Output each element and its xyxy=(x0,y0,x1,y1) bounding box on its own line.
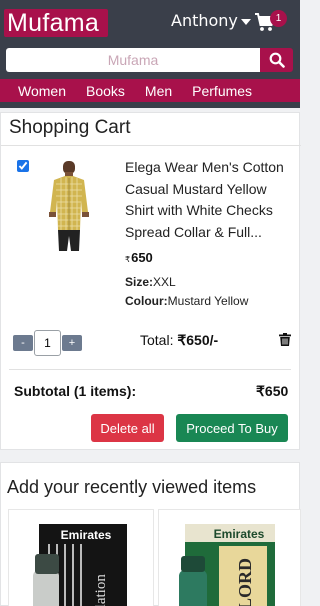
perfume-product-image: Emirates LORD xyxy=(179,524,275,606)
category-link-men[interactable]: Men xyxy=(145,83,172,99)
cart-button[interactable]: 1 xyxy=(254,10,287,36)
top-header: Mufama Anthony 1 Women Books Men Perfume… xyxy=(0,0,300,108)
item-select-checkbox[interactable] xyxy=(17,160,29,172)
divider xyxy=(1,145,301,146)
recent-item-side-text: relation xyxy=(93,574,109,606)
recent-item-card[interactable]: Emirates relation xyxy=(8,509,154,606)
subtotal-label: Subtotal (1 items): xyxy=(14,383,137,399)
search-icon xyxy=(269,52,285,68)
category-link-women[interactable]: Women xyxy=(18,83,66,99)
section-title: Add your recently viewed items xyxy=(7,477,257,497)
size-label: Size: xyxy=(125,275,154,289)
cart-count-badge: 1 xyxy=(270,10,287,27)
proceed-to-buy-button[interactable]: Proceed To Buy xyxy=(176,414,288,442)
quantity-input[interactable] xyxy=(34,330,61,356)
colour-label: Colour: xyxy=(125,294,168,308)
logo[interactable]: Mufama xyxy=(4,9,108,37)
recent-item-brand: Emirates xyxy=(214,527,265,541)
divider xyxy=(9,369,291,370)
user-menu[interactable]: Anthony xyxy=(171,11,251,30)
quantity-decrease-button[interactable]: - xyxy=(13,335,33,351)
recently-viewed-section: Add your recently viewed items Emirates … xyxy=(0,462,301,606)
size-value: XXL xyxy=(153,275,176,289)
category-nav: Women Books Men Perfumes xyxy=(0,79,300,102)
search-button[interactable] xyxy=(260,48,293,72)
delete-all-button[interactable]: Delete all xyxy=(91,414,164,442)
item-total: Total: ₹650/- xyxy=(140,332,218,349)
search-input[interactable] xyxy=(6,48,260,72)
item-total-value: ₹650/- xyxy=(177,332,219,348)
quantity-stepper: - + xyxy=(13,330,82,356)
product-image[interactable] xyxy=(46,160,92,252)
currency-symbol: ₹ xyxy=(125,255,131,264)
price-value: 650 xyxy=(131,250,153,265)
category-link-books[interactable]: Books xyxy=(86,83,125,99)
recent-item-brand: Emirates xyxy=(61,528,112,542)
page-title: Shopping Cart xyxy=(9,117,131,138)
product-name[interactable]: Elega Wear Men's Cotton Casual Mustard Y… xyxy=(125,157,295,243)
caret-down-icon xyxy=(240,18,251,25)
product-colour: Colour:Mustard Yellow xyxy=(125,294,248,308)
cart-panel: Shopping Cart Elega Wear Men's Cotton Ca… xyxy=(0,112,301,450)
trash-icon[interactable] xyxy=(279,333,291,346)
product-size: Size:XXL xyxy=(125,275,176,289)
subtotal-value: ₹650 xyxy=(256,383,289,399)
quantity-increase-button[interactable]: + xyxy=(62,335,82,351)
user-name: Anthony xyxy=(171,11,238,30)
item-total-label: Total: xyxy=(140,332,174,348)
perfume-product-image: Emirates relation xyxy=(33,524,127,606)
category-link-perfumes[interactable]: Perfumes xyxy=(192,83,252,99)
colour-value: Mustard Yellow xyxy=(167,294,249,308)
recent-item-card[interactable]: Emirates LORD xyxy=(158,509,301,606)
product-price: ₹650 xyxy=(125,250,153,265)
recent-item-side-text: LORD xyxy=(235,558,255,606)
